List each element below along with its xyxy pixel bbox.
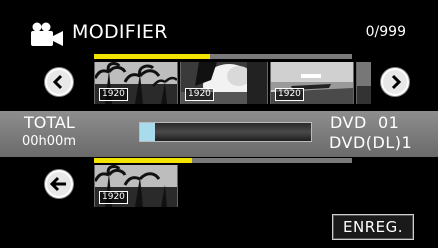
thumbnail-clip[interactable]: 1920 — [180, 62, 268, 104]
resolution-tag: 1920 — [99, 191, 128, 204]
source-selection-bar — [94, 54, 352, 59]
back-button[interactable] — [45, 170, 73, 198]
save-button[interactable]: ENREG. — [332, 214, 414, 240]
resolution-tag: 1920 — [185, 88, 214, 101]
chevron-right-icon — [391, 74, 402, 90]
resolution-tag: 1920 — [275, 88, 304, 101]
thumbnail-partial[interactable] — [356, 62, 371, 104]
disc-capacity-bar — [139, 122, 312, 142]
chevron-left-icon — [52, 74, 63, 90]
total-label: TOTAL — [24, 113, 75, 132]
clip-counter: 0/999 — [365, 24, 406, 40]
disc-label-dvd-dl: DVD(DL)1 — [329, 133, 413, 152]
next-button[interactable] — [381, 68, 409, 96]
thumbnail-clip[interactable]: 1920 — [94, 62, 178, 104]
thumbnail-clip[interactable]: 1920 — [94, 165, 178, 207]
prev-button[interactable] — [45, 68, 73, 96]
dest-selection-bar — [94, 158, 352, 163]
total-time: 00h00m — [22, 134, 76, 149]
source-selection-fill — [94, 54, 211, 59]
page-title: MODIFIER — [72, 21, 168, 43]
resolution-tag: 1920 — [99, 88, 128, 101]
thumbnail-clip[interactable]: 1920 — [270, 62, 354, 104]
disc-label-dvd: DVD 01 — [330, 113, 400, 132]
video-camera-icon — [30, 22, 64, 48]
back-arrow-icon — [49, 176, 66, 192]
disc-capacity-fill — [140, 123, 156, 141]
dest-selection-fill — [94, 158, 193, 163]
